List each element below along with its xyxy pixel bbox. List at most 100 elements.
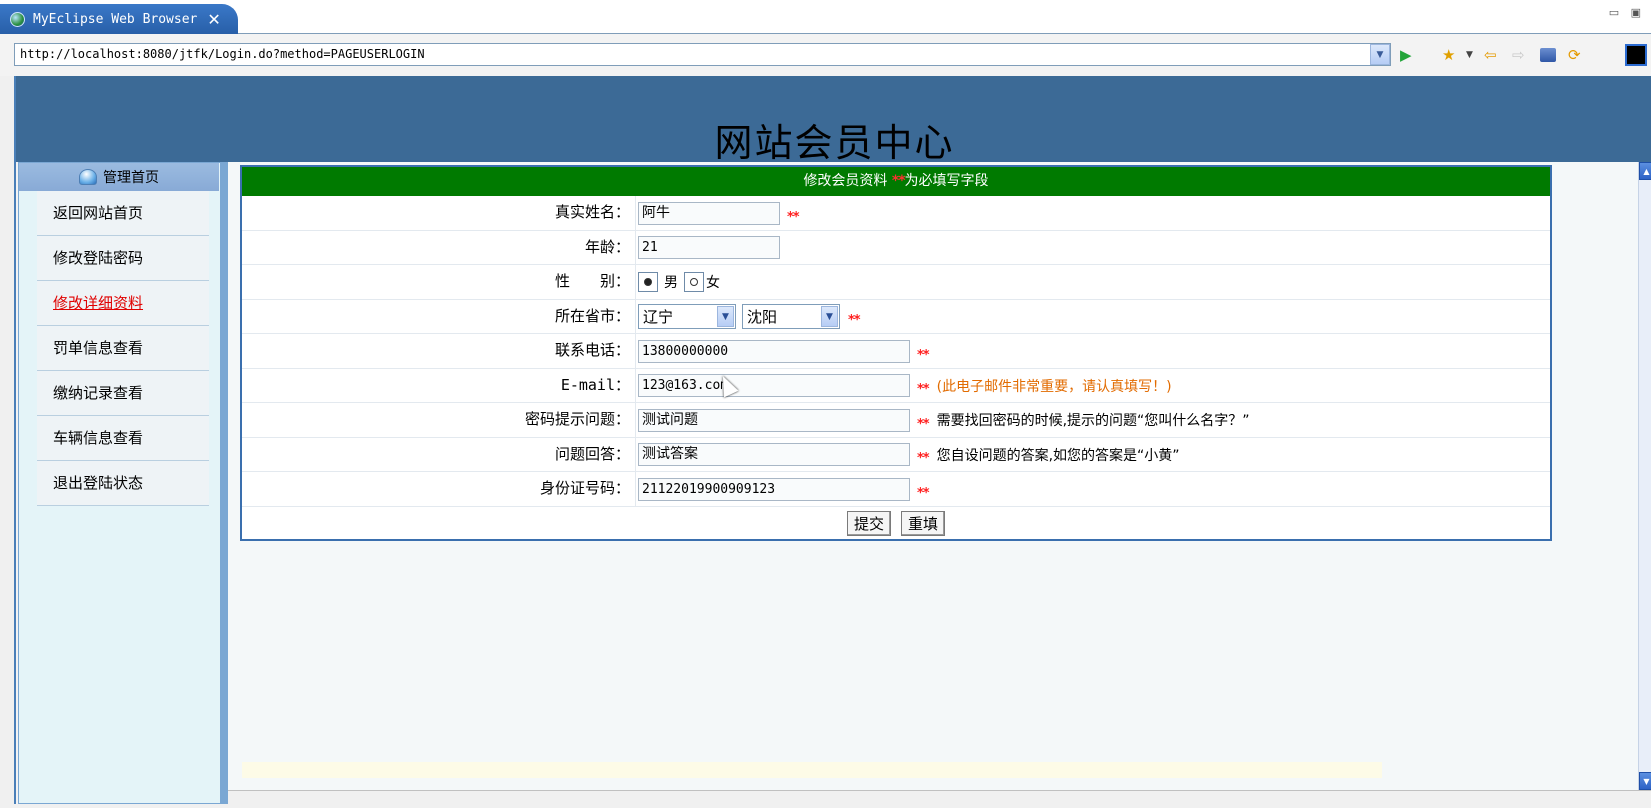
required-mark: ** (917, 451, 930, 466)
id-number-field: 21122019900909123 ** (638, 472, 930, 506)
favorites-icon[interactable]: ★ (1442, 46, 1455, 64)
gender-female-label: 女 (706, 275, 720, 291)
gender-label: 性 别： (554, 272, 630, 290)
required-mark: ** (848, 313, 861, 328)
province-select[interactable]: 辽宁 ▼ (638, 304, 736, 329)
chevron-down-icon[interactable]: ▼ (717, 306, 734, 327)
age-input[interactable]: 21 (638, 236, 780, 259)
phone-field: 13800000000 ** (638, 334, 930, 368)
answer-field: 测试答案 ** 您自设问题的答案,如您的答案是“小黄” (638, 438, 1180, 472)
favorites-dropdown-icon[interactable]: ▼ (1466, 46, 1473, 64)
region-field: 辽宁 ▼ 沈阳 ▼ ** (638, 300, 861, 334)
form-row-age: 年龄： 21 (242, 230, 1550, 265)
form-row-id-number: 身份证号码： 21122019900909123 ** (242, 472, 1550, 507)
status-strip (228, 790, 1651, 804)
city-select[interactable]: 沈阳 ▼ (742, 304, 840, 329)
column-divider (635, 403, 636, 437)
phone-input[interactable]: 13800000000 (638, 339, 910, 363)
radio-empty-dot (690, 278, 698, 286)
edit-profile-form: 修改会员资料 **为必填写字段 真实姓名： 阿牛 ** 年龄： 21 性 别： … (240, 165, 1552, 541)
stop-icon[interactable] (1540, 48, 1556, 62)
phone-label: 联系电话： (554, 341, 630, 359)
gender-male-label: 男 (664, 275, 678, 291)
sidebar-heading-label: 管理首页 (103, 170, 159, 186)
real-name-input[interactable]: 阿牛 (638, 201, 780, 225)
sidebar-item-change-password[interactable]: 修改登陆密码 (37, 236, 209, 281)
reset-button[interactable]: 重填 (901, 511, 946, 536)
form-required-mark: ** (891, 173, 906, 189)
go-icon[interactable]: ▶ (1400, 46, 1412, 64)
address-toolbar: http://localhost:8080/jtfk/Login.do?meth… (0, 34, 1651, 76)
refresh-icon[interactable]: ⟳ (1568, 46, 1581, 64)
forward-icon[interactable]: ⇨ (1512, 46, 1525, 64)
gender-female-radio[interactable] (684, 272, 704, 292)
web-page: 网站会员中心 管理首页 返回网站首页 修改登陆密码 修改详细资料 罚单信息查看 … (14, 76, 1651, 804)
site-title: 网站会员中心 (714, 121, 955, 165)
province-value: 辽宁 (643, 308, 674, 326)
submit-button[interactable]: 提交 (846, 511, 891, 536)
browser-tab[interactable]: MyEclipse Web Browser ✕ (0, 4, 238, 34)
column-divider (635, 472, 636, 506)
back-icon[interactable]: ⇦ (1484, 46, 1497, 64)
required-mark: ** (917, 382, 930, 397)
view-controls[interactable]: ▭ ▣ (1609, 6, 1645, 19)
real-name-label: 真实姓名： (554, 203, 630, 221)
site-header: 网站会员中心 (16, 76, 1651, 165)
sidebar-item-edit-profile[interactable]: 修改详细资料 (37, 281, 209, 326)
sidebar-menu: 返回网站首页 修改登陆密码 修改详细资料 罚单信息查看 缴纳记录查看 车辆信息查… (37, 191, 209, 506)
required-mark: ** (917, 485, 930, 501)
browser-tab-title: MyEclipse Web Browser (33, 11, 198, 27)
form-button-row: 提交 重填 (242, 507, 1550, 541)
column-divider (635, 299, 636, 334)
form-row-region: 所在省市： 辽宁 ▼ 沈阳 ▼ ** (242, 299, 1550, 334)
sidebar-item-logout[interactable]: 退出登陆状态 (37, 461, 209, 506)
answer-label: 问题回答： (554, 444, 630, 463)
form-row-phone: 联系电话： 13800000000 ** (242, 334, 1550, 369)
form-header: 修改会员资料 **为必填写字段 (242, 167, 1550, 196)
faint-background-band (242, 762, 1382, 778)
toolbar-end-icon[interactable] (1625, 44, 1647, 66)
column-divider (635, 265, 636, 299)
answer-input[interactable]: 测试答案 (638, 443, 910, 466)
form-required-text: 为必填写字段 (904, 173, 989, 189)
email-input[interactable]: 123@163.com (638, 374, 910, 397)
close-icon[interactable]: ✕ (207, 10, 220, 29)
sidebar-item-tickets[interactable]: 罚单信息查看 (37, 326, 209, 371)
sidebar-item-payments[interactable]: 缴纳记录查看 (37, 371, 209, 416)
scroll-up-icon[interactable]: ▲ (1639, 162, 1651, 180)
column-divider (635, 230, 636, 265)
column-divider (635, 196, 636, 230)
email-label: E-mail： (560, 375, 630, 394)
chevron-down-icon[interactable]: ▼ (821, 306, 838, 327)
scroll-down-icon[interactable]: ▼ (1639, 772, 1651, 790)
question-input[interactable]: 测试问题 (638, 408, 910, 432)
sidebar: 管理首页 返回网站首页 修改登陆密码 修改详细资料 罚单信息查看 缴纳记录查看 … (18, 162, 228, 804)
required-mark: ** (917, 416, 930, 432)
sidebar-item-home[interactable]: 返回网站首页 (37, 191, 209, 236)
answer-note: 您自设问题的答案,如您的答案是“小黄” (936, 447, 1180, 464)
content-area: 修改会员资料 **为必填写字段 真实姓名： 阿牛 ** 年龄： 21 性 别： … (228, 162, 1638, 790)
form-title: 修改会员资料 (803, 173, 888, 189)
column-divider (635, 437, 636, 472)
city-value: 沈阳 (747, 308, 778, 326)
form-row-real-name: 真实姓名： 阿牛 ** (242, 196, 1550, 231)
age-field: 21 (638, 231, 780, 265)
vertical-scrollbar[interactable]: ▲ ▼ (1638, 162, 1651, 790)
sidebar-item-vehicles[interactable]: 车辆信息查看 (37, 416, 209, 461)
radio-selected-dot (644, 278, 652, 286)
column-divider (635, 334, 636, 368)
url-input[interactable]: http://localhost:8080/jtfk/Login.do?meth… (14, 43, 1391, 66)
id-number-input[interactable]: 21122019900909123 (638, 477, 910, 501)
view-tab-bar: MyEclipse Web Browser ✕ ▭ ▣ (0, 0, 1651, 34)
region-label: 所在省市： (554, 306, 630, 325)
form-row-question: 密码提示问题： 测试问题 ** 需要找回密码的时候,提示的问题“您叫什么名字？” (242, 403, 1550, 438)
url-dropdown-icon[interactable]: ▼ (1370, 44, 1390, 65)
gender-field: 男 女 (638, 265, 726, 299)
form-row-gender: 性 别： 男 女 (242, 265, 1550, 300)
real-name-field: 阿牛 ** (638, 196, 800, 230)
required-mark: ** (787, 209, 800, 225)
question-label: 密码提示问题： (524, 410, 630, 428)
id-number-label: 身份证号码： (539, 479, 630, 497)
gender-male-radio[interactable] (638, 272, 658, 292)
sidebar-heading[interactable]: 管理首页 (19, 163, 219, 191)
